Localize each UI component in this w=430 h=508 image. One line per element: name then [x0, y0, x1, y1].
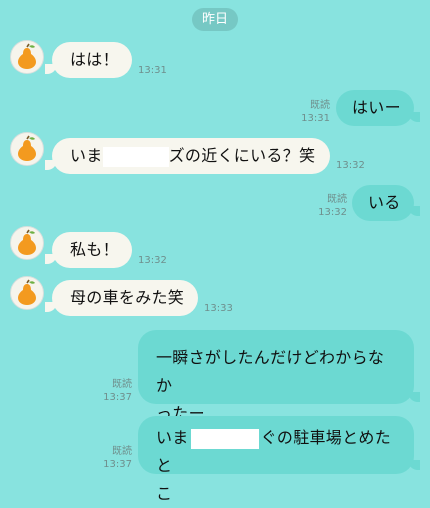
message-text: 母の車をみた笑: [70, 288, 185, 307]
redacted-text: [102, 146, 169, 167]
read-receipt: 既読: [112, 379, 132, 390]
avatar[interactable]: [10, 40, 44, 74]
read-receipt: 既読: [112, 446, 132, 457]
outgoing-message[interactable]: 一瞬さがしたんだけどわからなか ったー: [138, 330, 414, 423]
message-text: ズの近くにいる？笑: [168, 146, 316, 165]
pear-icon: [18, 43, 36, 69]
incoming-message[interactable]: いま ズの近くにいる？笑: [52, 138, 330, 174]
incoming-message[interactable]: 私も！: [52, 232, 132, 268]
message-time: 13:32: [138, 255, 167, 266]
pear-icon: [18, 135, 36, 161]
message-text: 私も！: [70, 240, 119, 259]
message-text: はいー: [352, 98, 401, 117]
message-time: 13:37: [103, 392, 132, 403]
pear-icon: [18, 229, 36, 255]
outgoing-message[interactable]: いま ぐの駐車場とめたと こ: [138, 416, 414, 503]
message-time: 13:33: [204, 303, 233, 314]
message-time: 13:32: [336, 160, 365, 171]
message-line: こ: [156, 484, 173, 503]
message-time: 13:31: [138, 65, 167, 76]
incoming-message[interactable]: 母の車をみた笑: [52, 280, 198, 316]
message-text: いる: [368, 193, 401, 212]
outgoing-message[interactable]: いる: [352, 185, 414, 221]
message-time: 13:31: [301, 113, 330, 124]
date-separator: 昨日: [192, 8, 238, 31]
message-time: 13:37: [103, 459, 132, 470]
avatar[interactable]: [10, 226, 44, 260]
message-time: 13:32: [318, 207, 347, 218]
avatar[interactable]: [10, 276, 44, 310]
redacted-text: [190, 428, 259, 449]
outgoing-message[interactable]: はいー: [336, 90, 414, 126]
message-line: 一瞬さがしたんだけどわからなか: [156, 348, 385, 395]
message-text: いま: [156, 428, 189, 447]
incoming-message[interactable]: はは！: [52, 42, 132, 78]
read-receipt: 既読: [310, 100, 330, 111]
pear-icon: [18, 279, 36, 305]
read-receipt: 既読: [327, 194, 347, 205]
message-text: はは！: [70, 50, 119, 69]
avatar[interactable]: [10, 132, 44, 166]
message-text: いま: [70, 146, 103, 165]
